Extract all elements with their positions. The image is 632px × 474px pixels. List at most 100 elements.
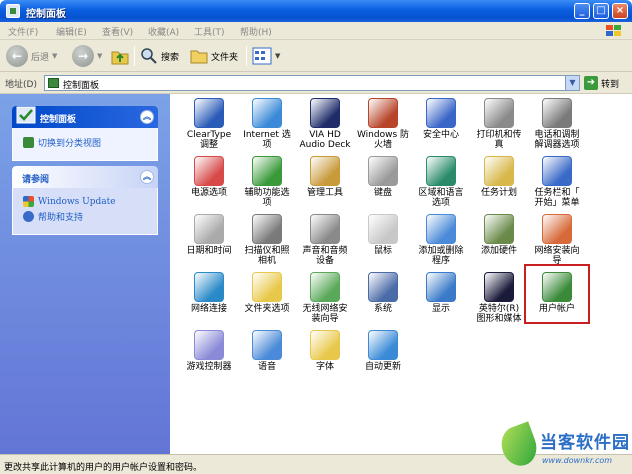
item-label: 显示: [431, 304, 450, 314]
search-button[interactable]: 搜索: [140, 44, 179, 68]
network-connections-icon: [194, 272, 224, 302]
menu-tools[interactable]: 工具(T): [194, 25, 225, 38]
views-button[interactable]: ▼: [252, 44, 280, 68]
item-label: 添加或删除 程序: [418, 246, 464, 266]
item-speech[interactable]: 语音: [236, 330, 298, 372]
back-button[interactable]: ← 后退 ▼: [6, 44, 57, 68]
toolbar-separator: [134, 46, 135, 66]
item-cleartype[interactable]: ClearType 调整: [178, 98, 240, 150]
item-printer[interactable]: 打印机和传 真: [468, 98, 530, 150]
item-label: 语音: [257, 362, 276, 372]
folder-options-icon: [252, 272, 282, 302]
panel-body: 切换到分类视图: [12, 128, 158, 161]
add-hardware-icon: [484, 214, 514, 244]
forward-arrow-icon: →: [72, 45, 94, 67]
panel-see-also: 请参阅 ︽ Windows Update 帮助和支持: [12, 166, 158, 235]
item-folder-options[interactable]: 文件夹选项: [236, 272, 298, 314]
go-arrow-icon: ➜: [584, 76, 598, 90]
item-scanner[interactable]: 扫描仪和照 相机: [236, 214, 298, 266]
go-button[interactable]: ➜ 转到: [584, 75, 619, 91]
internet-options-icon: [252, 98, 282, 128]
collapse-icon[interactable]: ︽: [140, 170, 154, 184]
auto-update-icon: [368, 330, 398, 360]
game-controller-icon: [194, 330, 224, 360]
item-internet-options[interactable]: Internet 选 项: [236, 98, 298, 150]
item-taskbar[interactable]: 任务栏和「 开始」菜单: [526, 156, 588, 208]
user-accounts-icon: [542, 272, 572, 302]
forward-button[interactable]: → ▼: [72, 44, 102, 68]
windows-update-link[interactable]: Windows Update: [23, 196, 147, 207]
item-add-hardware[interactable]: 添加硬件: [468, 214, 530, 256]
windows-update-icon: [23, 196, 34, 207]
accessibility-icon: [252, 156, 282, 186]
item-label: 无线网络安 装向导: [302, 304, 348, 324]
up-folder-button[interactable]: [110, 44, 130, 68]
item-user-accounts[interactable]: 用户帐户: [524, 264, 590, 324]
item-game-controller[interactable]: 游戏控制器: [178, 330, 240, 372]
item-date-time[interactable]: 日期和时间: [178, 214, 240, 256]
item-display[interactable]: 显示: [410, 272, 472, 314]
menu-view[interactable]: 查看(V): [102, 25, 133, 38]
regional-icon: [426, 156, 456, 186]
mouse-icon: [368, 214, 398, 244]
item-network-connections[interactable]: 网络连接: [178, 272, 240, 314]
item-label: 自动更新: [364, 362, 401, 372]
up-folder-icon: [111, 51, 129, 65]
search-icon: [141, 48, 157, 64]
fonts-icon: [310, 330, 340, 360]
search-label: 搜索: [161, 52, 180, 63]
item-admin-tools[interactable]: 管理工具: [294, 156, 356, 198]
item-power-options[interactable]: 电源选项: [178, 156, 240, 198]
item-accessibility[interactable]: 辅助功能选 项: [236, 156, 298, 208]
folders-button[interactable]: 文件夹: [190, 44, 238, 68]
item-fonts[interactable]: 字体: [294, 330, 356, 372]
item-via-audio[interactable]: VIA HD Audio Deck: [294, 98, 356, 150]
speech-icon: [252, 330, 282, 360]
item-label: 管理工具: [306, 188, 343, 198]
item-firewall[interactable]: Windows 防 火墙: [352, 98, 414, 150]
help-support-link[interactable]: 帮助和支持: [23, 210, 147, 223]
item-intel-graphics[interactable]: 英特尔(R) 图形和媒体: [468, 272, 530, 324]
item-auto-update[interactable]: 自动更新: [352, 330, 414, 372]
item-scheduled-tasks[interactable]: 任务计划: [468, 156, 530, 198]
minimize-button[interactable]: _: [574, 3, 590, 19]
item-add-remove[interactable]: 添加或删除 程序: [410, 214, 472, 266]
firewall-icon: [368, 98, 398, 128]
item-mouse[interactable]: 鼠标: [352, 214, 414, 256]
menu-bar: 文件(F) 编辑(E) 查看(V) 收藏(A) 工具(T) 帮助(H): [0, 22, 632, 40]
item-keyboard[interactable]: 键盘: [352, 156, 414, 198]
item-network-wizard[interactable]: 网络安装向 导: [526, 214, 588, 266]
menu-favorites[interactable]: 收藏(A): [148, 25, 179, 38]
item-sound[interactable]: 声音和音频 设备: [294, 214, 356, 266]
address-input[interactable]: 控制面板 ▼: [44, 75, 580, 91]
panel-header[interactable]: 控制面板 ︽: [12, 106, 158, 128]
panel-control-panel: 控制面板 ︽ 切换到分类视图: [12, 106, 158, 161]
panel-header[interactable]: 请参阅 ︽: [12, 166, 158, 188]
intel-graphics-icon: [484, 272, 514, 302]
sound-icon: [310, 214, 340, 244]
menu-edit[interactable]: 编辑(E): [56, 25, 87, 38]
link-label: 帮助和支持: [38, 213, 84, 223]
menu-file[interactable]: 文件(F): [8, 25, 38, 38]
address-dropdown-icon[interactable]: ▼: [565, 76, 579, 90]
item-label: 网络安装向 导: [534, 246, 580, 266]
menu-help[interactable]: 帮助(H): [240, 25, 272, 38]
control-panel-icon: [16, 106, 36, 124]
item-security-center[interactable]: 安全中心: [410, 98, 472, 140]
close-button[interactable]: ×: [612, 3, 628, 19]
item-label: 英特尔(R) 图形和媒体: [476, 304, 522, 324]
item-wireless[interactable]: 无线网络安 装向导: [294, 272, 356, 324]
leaf-logo-icon: [496, 421, 542, 471]
chevron-down-icon: ▼: [97, 52, 103, 60]
go-label: 转到: [601, 79, 620, 90]
help-icon: [23, 211, 34, 222]
watermark-url: www.downkr.com: [542, 456, 613, 465]
phone-modem-icon: [542, 98, 572, 128]
item-system[interactable]: 系统: [352, 272, 414, 314]
collapse-icon[interactable]: ︽: [140, 110, 154, 124]
switch-category-view-link[interactable]: 切换到分类视图: [23, 136, 147, 149]
maximize-button[interactable]: □: [593, 3, 609, 19]
item-label: 网络连接: [190, 304, 227, 314]
item-phone-modem[interactable]: 电话和调制 解调器选项: [526, 98, 588, 150]
item-regional[interactable]: 区域和语言 选项: [410, 156, 472, 208]
